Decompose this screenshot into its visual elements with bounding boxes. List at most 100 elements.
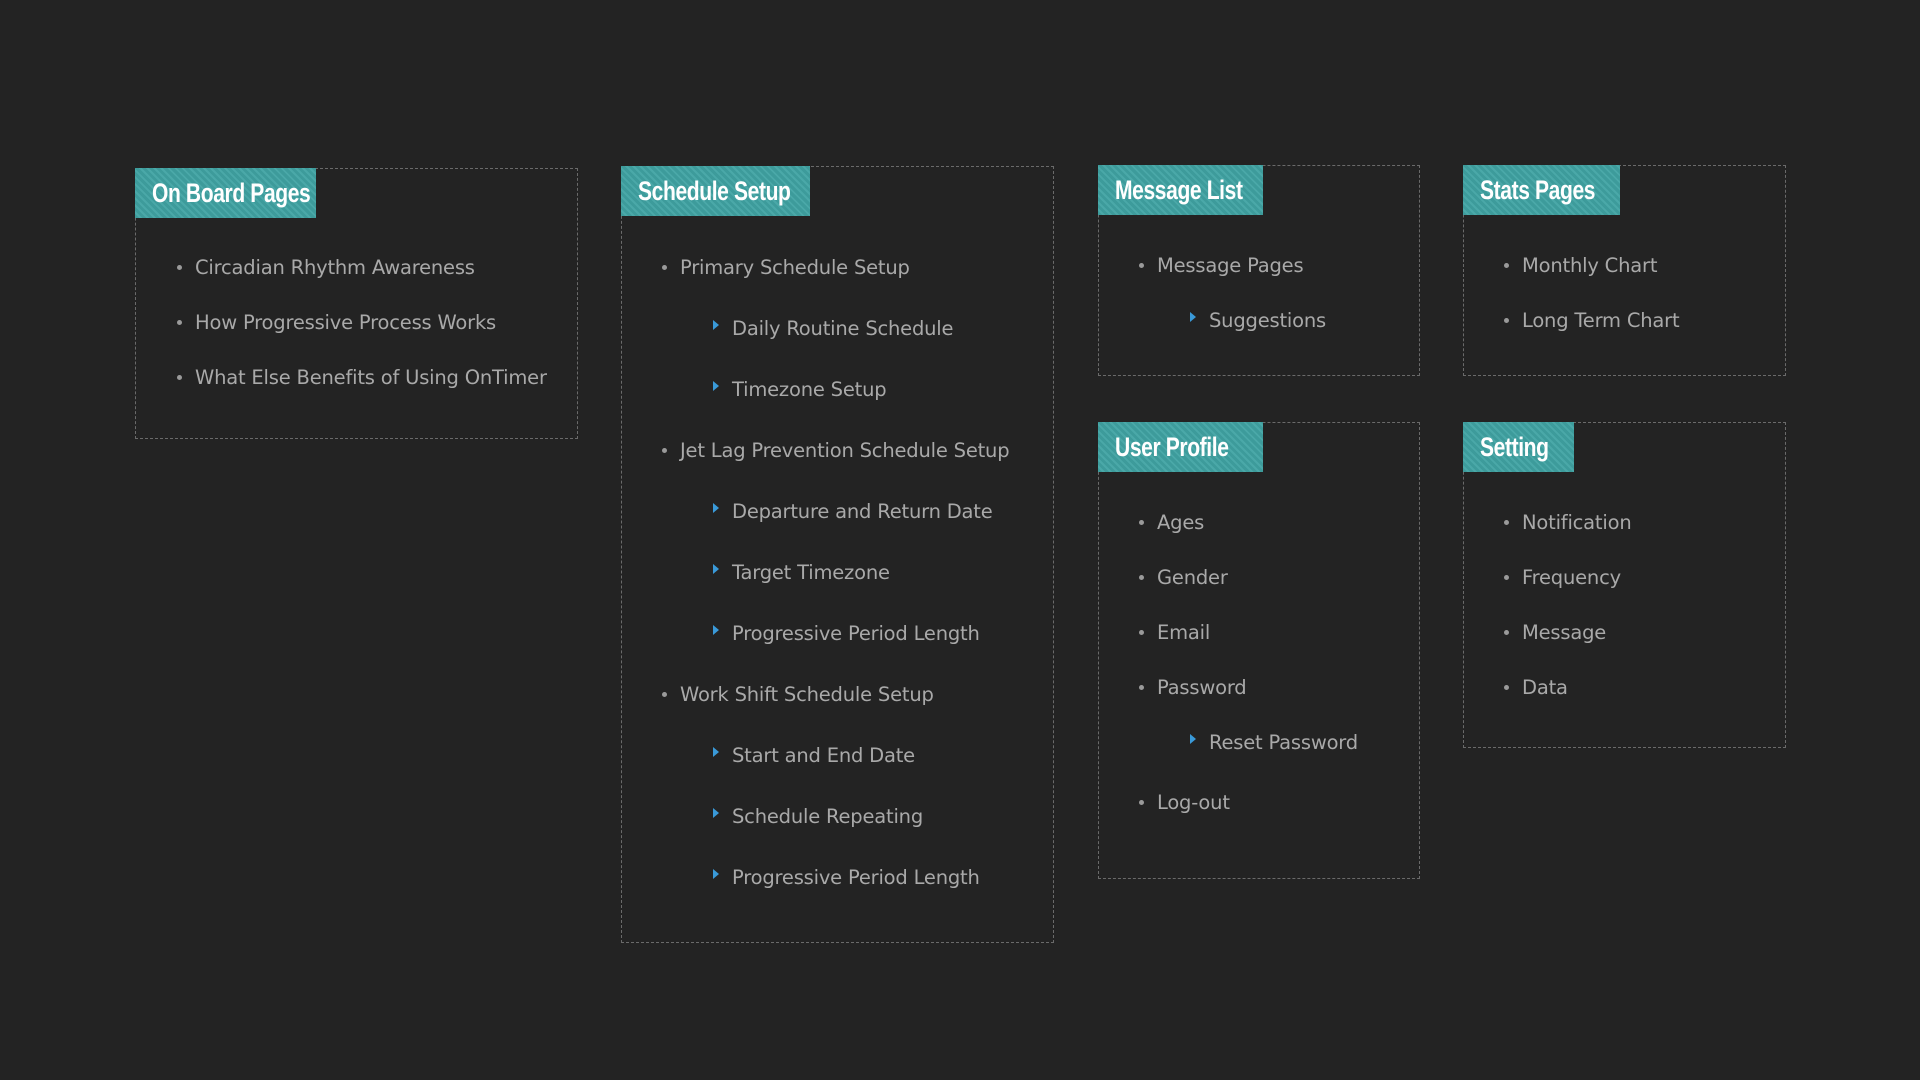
item-label: Progressive Period Length [732, 622, 980, 645]
bullet-icon [1504, 685, 1509, 690]
section-setting: Setting Notification Frequency Message Data [1463, 422, 1786, 748]
item-label: Schedule Repeating [732, 805, 924, 828]
item-label: Notification [1522, 511, 1632, 534]
item-label: Log-out [1157, 791, 1230, 814]
item-label: Ages [1157, 511, 1205, 534]
item-label: How Progressive Process Works [195, 311, 497, 334]
bullet-icon [1139, 630, 1144, 635]
item-label: Email [1157, 621, 1211, 644]
item-label: Reset Password [1209, 731, 1358, 754]
triangle-right-icon [713, 502, 719, 513]
item-label: Gender [1157, 566, 1228, 589]
bullet-icon [1504, 318, 1509, 323]
triangle-right-icon [713, 563, 719, 574]
section-header: Schedule Setup [621, 166, 810, 216]
sub-list-item: Target Timezone [713, 561, 890, 584]
bullet-icon [1504, 630, 1509, 635]
triangle-right-icon [713, 624, 719, 635]
list-item: Jet Lag Prevention Schedule Setup [662, 439, 1010, 462]
triangle-right-icon [1190, 733, 1196, 744]
list-item: Ages [1139, 511, 1204, 534]
list-item: Work Shift Schedule Setup [662, 683, 934, 706]
item-label: Start and End Date [732, 744, 915, 767]
section-title: On Board Pages [152, 177, 311, 208]
sub-list-item: Schedule Repeating [713, 805, 923, 828]
item-label: Timezone Setup [732, 378, 887, 401]
item-label: Long Term Chart [1522, 309, 1680, 332]
item-label: Circadian Rhythm Awareness [195, 256, 475, 279]
bullet-icon [177, 375, 182, 380]
section-header: On Board Pages [135, 168, 316, 218]
bullet-icon [662, 692, 667, 697]
sub-list-item: Departure and Return Date [713, 500, 993, 523]
triangle-right-icon [1190, 311, 1196, 322]
sub-list-item: Suggestions [1190, 309, 1326, 332]
sub-list-item: Progressive Period Length [713, 622, 980, 645]
section-header: Message List [1098, 165, 1263, 215]
bullet-icon [1139, 685, 1144, 690]
triangle-right-icon [713, 868, 719, 879]
list-item: Message Pages [1139, 254, 1304, 277]
list-item: Message [1504, 621, 1606, 644]
item-label: Suggestions [1209, 309, 1326, 332]
list-item: Monthly Chart [1504, 254, 1657, 277]
list-item: How Progressive Process Works [177, 311, 496, 334]
triangle-right-icon [713, 380, 719, 391]
section-schedule-setup: Schedule Setup Primary Schedule Setup Dai… [621, 166, 1054, 943]
bullet-icon [1504, 575, 1509, 580]
sub-list-item: Progressive Period Length [713, 866, 980, 889]
section-title: Message List [1115, 174, 1243, 205]
item-label: Message [1522, 621, 1607, 644]
list-item: Long Term Chart [1504, 309, 1680, 332]
sub-list-item: Reset Password [1190, 731, 1358, 754]
item-label: Jet Lag Prevention Schedule Setup [680, 439, 1010, 462]
list-item: Circadian Rhythm Awareness [177, 256, 475, 279]
list-item: Primary Schedule Setup [662, 256, 910, 279]
bullet-icon [1139, 575, 1144, 580]
sub-list-item: Start and End Date [713, 744, 915, 767]
section-user-profile: User Profile Ages Gender Email Password Rese… [1098, 422, 1420, 879]
item-label: Target Timezone [732, 561, 890, 584]
bullet-icon [662, 265, 667, 270]
list-item: Notification [1504, 511, 1632, 534]
list-item: Password [1139, 676, 1247, 699]
item-label: Message Pages [1157, 254, 1304, 277]
section-header: Setting [1463, 422, 1574, 472]
section-title: User Profile [1115, 431, 1229, 462]
list-item: Frequency [1504, 566, 1621, 589]
section-header: Stats Pages [1463, 165, 1620, 215]
bullet-icon [1139, 800, 1144, 805]
section-header: User Profile [1098, 422, 1263, 472]
item-label: Password [1157, 676, 1247, 699]
item-label: Departure and Return Date [732, 500, 993, 523]
section-title: Schedule Setup [638, 175, 791, 206]
list-item: Data [1504, 676, 1568, 699]
bullet-icon [1504, 520, 1509, 525]
bullet-icon [1139, 520, 1144, 525]
list-item: Log-out [1139, 791, 1230, 814]
bullet-icon [177, 320, 182, 325]
sub-list-item: Daily Routine Schedule [713, 317, 954, 340]
item-label: Data [1522, 676, 1568, 699]
bullet-icon [177, 265, 182, 270]
triangle-right-icon [713, 746, 719, 757]
bullet-icon [1139, 263, 1144, 268]
item-label: Frequency [1522, 566, 1621, 589]
item-label: Primary Schedule Setup [680, 256, 910, 279]
list-item: Gender [1139, 566, 1228, 589]
bullet-icon [662, 448, 667, 453]
triangle-right-icon [713, 319, 719, 330]
triangle-right-icon [713, 807, 719, 818]
section-onboard-pages: On Board Pages Circadian Rhythm Awarenes… [135, 168, 578, 439]
section-title: Stats Pages [1480, 174, 1596, 205]
section-message-list: Message List Message Pages Suggestions [1098, 165, 1420, 376]
list-item: Email [1139, 621, 1210, 644]
item-label: Monthly Chart [1522, 254, 1658, 277]
section-stats-pages: Stats Pages Monthly Chart Long Term Chart [1463, 165, 1786, 376]
item-label: Work Shift Schedule Setup [680, 683, 934, 706]
sub-list-item: Timezone Setup [713, 378, 887, 401]
list-item: What Else Benefits of Using OnTimer [177, 366, 547, 389]
item-label: Progressive Period Length [732, 866, 980, 889]
item-label: What Else Benefits of Using OnTimer [195, 366, 547, 389]
section-title: Setting [1480, 431, 1549, 462]
